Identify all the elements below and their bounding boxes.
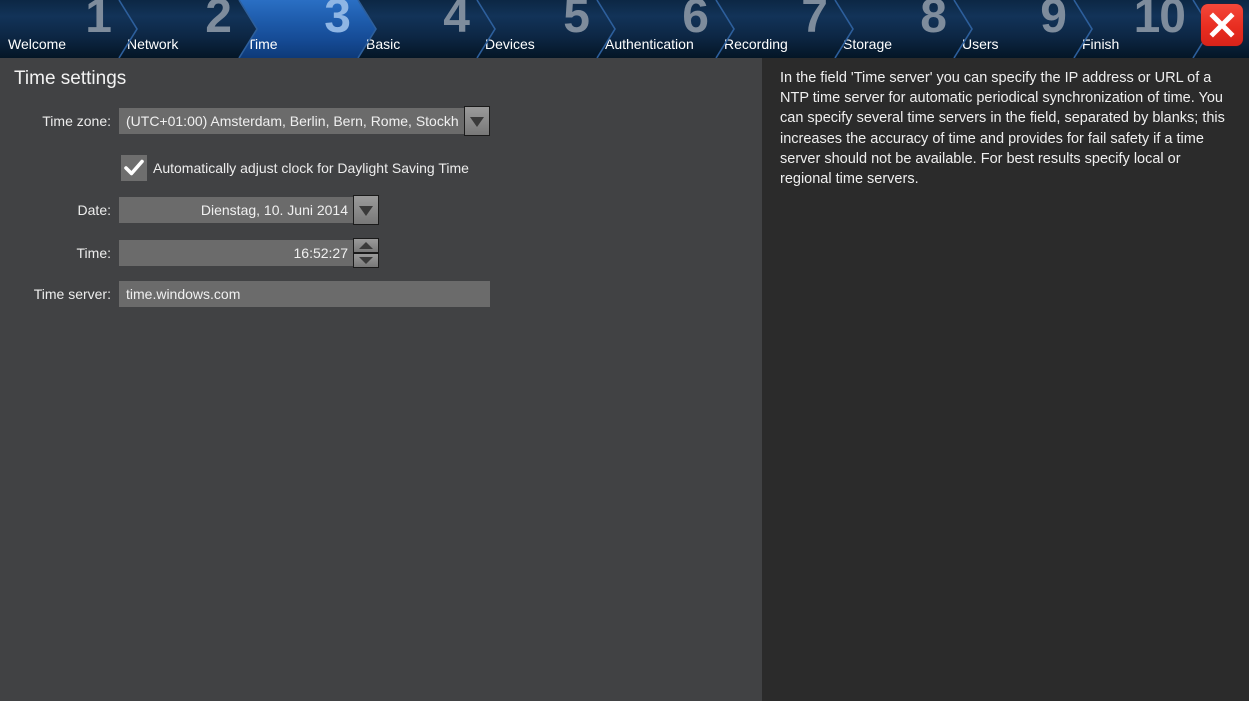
wizard-step-label: Recording bbox=[724, 36, 788, 52]
wizard-step-number: 2 bbox=[205, 0, 232, 43]
wizard-step-authentication[interactable]: 6 Authentication bbox=[597, 0, 734, 58]
wizard-step-label: Welcome bbox=[8, 36, 67, 52]
wizard-step-finish[interactable]: 10 Finish bbox=[1074, 0, 1211, 58]
date-label: Date: bbox=[77, 202, 111, 218]
time-stepper-down[interactable] bbox=[353, 253, 379, 268]
time-input[interactable]: 16:52:27 bbox=[119, 240, 354, 266]
help-panel: In the field 'Time server' you can speci… bbox=[762, 58, 1249, 701]
date-input[interactable]: Dienstag, 10. Juni 2014 bbox=[119, 197, 354, 223]
settings-panel: Time settings Time zone: (UTC+01:00) Ams… bbox=[0, 58, 762, 690]
wizard-step-basic[interactable]: 4 Basic bbox=[358, 0, 495, 58]
timezone-row: Time zone: (UTC+01:00) Amsterdam, Berlin… bbox=[0, 106, 762, 136]
caret-up-icon bbox=[359, 242, 373, 249]
chevron-down-icon bbox=[359, 206, 373, 216]
wizard-step-users[interactable]: 9 Users bbox=[954, 0, 1092, 58]
wizard-step-welcome[interactable]: 1 Welcome bbox=[0, 0, 137, 58]
wizard-step-number: 9 bbox=[1040, 0, 1067, 43]
timeserver-row: Time server: time.windows.com bbox=[0, 279, 762, 309]
wizard-step-number: 4 bbox=[443, 0, 470, 43]
help-text: In the field 'Time server' you can speci… bbox=[780, 70, 1225, 188]
dst-checkbox[interactable] bbox=[121, 155, 147, 181]
dst-row: Automatically adjust clock for Daylight … bbox=[0, 153, 762, 183]
timezone-select[interactable]: (UTC+01:00) Amsterdam, Berlin, Bern, Rom… bbox=[119, 108, 465, 134]
wizard-step-bar: 1 Welcome 2 Network 3 Time 4 Basic 5 Devices 6 Auth… bbox=[0, 0, 1249, 58]
wizard-step-number: 5 bbox=[563, 0, 590, 43]
wizard-step-label: Authentication bbox=[605, 36, 694, 52]
wizard-step-label: Storage bbox=[843, 36, 893, 52]
chevron-down-icon bbox=[470, 117, 484, 127]
date-row: Date: Dienstag, 10. Juni 2014 bbox=[0, 195, 762, 225]
close-icon bbox=[1209, 12, 1235, 38]
wizard-step-number: 10 bbox=[1133, 0, 1186, 43]
wizard-step-label: Users bbox=[962, 36, 999, 52]
timeserver-label: Time server: bbox=[33, 286, 111, 302]
wizard-step-network[interactable]: 2 Network bbox=[119, 0, 257, 58]
wizard-step-number: 7 bbox=[801, 0, 828, 43]
wizard-step-time[interactable]: 3 Time bbox=[239, 0, 376, 58]
wizard-window: 1 Welcome 2 Network 3 Time 4 Basic 5 Devices 6 Auth… bbox=[0, 0, 1249, 701]
wizard-step-number: 1 bbox=[85, 0, 112, 43]
wizard-step-number: 8 bbox=[920, 0, 947, 43]
timezone-label: Time zone: bbox=[42, 113, 111, 129]
wizard-step-recording[interactable]: 7 Recording bbox=[716, 0, 853, 58]
timezone-dropdown-button[interactable] bbox=[464, 106, 490, 136]
wizard-step-label: Basic bbox=[366, 36, 401, 52]
wizard-step-label: Finish bbox=[1082, 36, 1120, 52]
bottom-strip bbox=[0, 690, 762, 701]
page-title: Time settings bbox=[14, 68, 127, 89]
time-row: Time: 16:52:27 bbox=[0, 238, 762, 268]
wizard-step-label: Time bbox=[247, 36, 278, 52]
dst-label: Automatically adjust clock for Daylight … bbox=[153, 160, 469, 176]
wizard-step-label: Devices bbox=[485, 36, 535, 52]
time-label: Time: bbox=[76, 245, 111, 261]
date-dropdown-button[interactable] bbox=[353, 195, 379, 225]
wizard-step-devices[interactable]: 5 Devices bbox=[477, 0, 615, 58]
check-icon bbox=[124, 159, 144, 176]
caret-down-icon bbox=[359, 257, 373, 264]
time-stepper-up[interactable] bbox=[353, 238, 379, 253]
timeserver-input[interactable]: time.windows.com bbox=[119, 281, 490, 307]
wizard-step-number: 3 bbox=[324, 0, 351, 43]
close-button[interactable] bbox=[1201, 4, 1243, 46]
wizard-step-storage[interactable]: 8 Storage bbox=[835, 0, 972, 58]
wizard-step-label: Network bbox=[127, 36, 179, 52]
